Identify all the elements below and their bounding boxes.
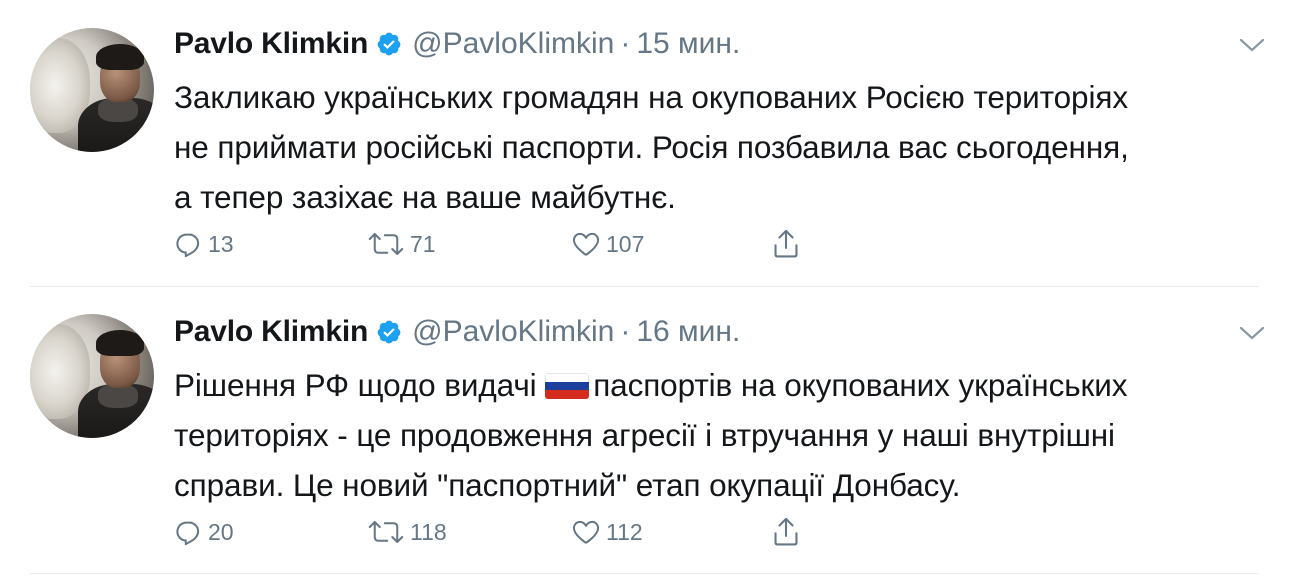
tweet-text-line: а тепер зазіхає на ваше майбутнє. bbox=[174, 179, 676, 215]
chevron-down-icon[interactable] bbox=[1238, 36, 1266, 54]
author-name[interactable]: Pavlo Klimkin bbox=[174, 27, 368, 61]
reply-icon bbox=[176, 233, 200, 258]
tweet-text-segment: Рішення РФ щодо видачі bbox=[174, 367, 546, 403]
heart-icon bbox=[572, 232, 600, 256]
like-button[interactable]: 112 bbox=[570, 512, 643, 552]
tweet-text-line: територіях - це продовження агресії і вт… bbox=[174, 417, 1115, 453]
share-icon bbox=[774, 517, 798, 546]
verified-badge-icon bbox=[377, 32, 401, 56]
reply-count: 13 bbox=[208, 230, 234, 257]
tweet-header: Pavlo Klimkin @PavloKlimkin · 16 мин. bbox=[174, 314, 740, 350]
tweet[interactable]: Pavlo Klimkin @PavloKlimkin · 15 мин. За… bbox=[0, 0, 1299, 288]
author-name[interactable]: Pavlo Klimkin bbox=[174, 315, 368, 349]
chevron-down-icon[interactable] bbox=[1238, 324, 1266, 342]
retweet-icon bbox=[368, 521, 404, 543]
retweet-button[interactable]: 71 bbox=[366, 224, 436, 264]
like-count: 107 bbox=[606, 230, 645, 257]
retweet-icon bbox=[368, 233, 404, 255]
separator: · bbox=[620, 315, 631, 348]
retweet-count: 71 bbox=[410, 230, 436, 257]
reply-count: 20 bbox=[208, 518, 234, 545]
reply-button[interactable]: 20 bbox=[174, 512, 234, 552]
timestamp[interactable]: 16 мин. bbox=[636, 315, 740, 349]
timestamp[interactable]: 15 мин. bbox=[636, 27, 740, 61]
like-button[interactable]: 107 bbox=[570, 224, 644, 264]
tweet-text-segment: паспортів на окупованих українських bbox=[593, 367, 1128, 403]
verified-badge-icon bbox=[377, 320, 401, 344]
author-handle[interactable]: @PavloKlimkin bbox=[412, 315, 614, 349]
share-icon bbox=[774, 229, 798, 258]
tweet-text-line: Закликаю українських громадян на окупова… bbox=[174, 79, 1128, 115]
tweet-text: Рішення РФ щодо видачі паспортів на окуп… bbox=[174, 360, 1254, 510]
reply-button[interactable]: 13 bbox=[174, 224, 234, 264]
share-button[interactable] bbox=[770, 224, 802, 264]
tweet-text: Закликаю українських громадян на окупова… bbox=[174, 72, 1254, 222]
tweet-text-line: справи. Це новий "паспортний" етап окупа… bbox=[174, 467, 961, 503]
retweet-button[interactable]: 118 bbox=[366, 512, 447, 552]
divider bbox=[30, 573, 1259, 574]
tweet[interactable]: Pavlo Klimkin @PavloKlimkin · 16 мин. Рі… bbox=[0, 288, 1299, 576]
tweet-text-line: не приймати російські паспорти. Росія по… bbox=[174, 129, 1129, 165]
author-handle[interactable]: @PavloKlimkin bbox=[412, 27, 614, 61]
tweet-actions: 20 118 112 bbox=[174, 512, 834, 552]
separator: · bbox=[620, 27, 631, 60]
tweet-actions: 13 71 107 bbox=[174, 224, 834, 264]
russia-flag-icon bbox=[545, 373, 590, 399]
share-button[interactable] bbox=[770, 512, 802, 552]
like-count: 112 bbox=[606, 518, 643, 545]
reply-icon bbox=[176, 521, 200, 546]
tweet-header: Pavlo Klimkin @PavloKlimkin · 15 мин. bbox=[174, 26, 740, 62]
divider bbox=[30, 286, 1259, 287]
tweet-text-line: Рішення РФ щодо видачі паспортів на окуп… bbox=[174, 360, 1254, 410]
retweet-count: 118 bbox=[410, 518, 447, 545]
heart-icon bbox=[572, 520, 600, 544]
avatar[interactable] bbox=[30, 314, 154, 438]
avatar[interactable] bbox=[30, 28, 154, 152]
